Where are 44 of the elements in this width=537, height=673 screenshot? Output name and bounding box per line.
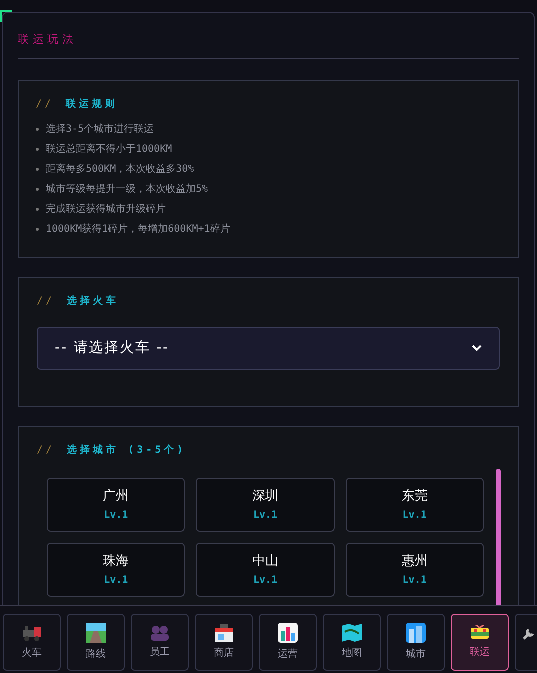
bullet-icon: [36, 228, 39, 231]
wrench-icon: [522, 627, 536, 641]
city-card[interactable]: 惠州 Lv.1: [346, 543, 484, 597]
rule-text: 距离每多500KM，本次收益多30%: [46, 162, 194, 177]
people-icon: [150, 625, 170, 641]
heading-prefix: //: [36, 98, 54, 112]
section-title: 选择城市 (3-5个): [67, 443, 186, 458]
bullet-icon: [36, 148, 39, 151]
bullet-icon: [36, 128, 39, 131]
nav-tab[interactable]: 联运: [451, 614, 509, 671]
city-card[interactable]: 中山 Lv.1: [196, 543, 335, 597]
rule-text: 1000KM获得1碎片，每增加600KM+1碎片: [46, 222, 230, 237]
panel-title: 联运玩法: [18, 33, 78, 46]
nav-tab[interactable]: 路线: [67, 614, 125, 671]
bullet-icon: [36, 168, 39, 171]
heading-prefix: //: [37, 444, 56, 458]
nav-tab[interactable]: 火车: [3, 614, 61, 671]
nav-tab[interactable]: 地图: [323, 614, 381, 671]
nav-tab[interactable]: 运营: [259, 614, 317, 671]
nav-tab[interactable]: 员工: [131, 614, 189, 671]
tram-icon: [470, 625, 490, 641]
chart-icon: [278, 623, 298, 643]
railway-icon: [86, 623, 106, 643]
city-card[interactable]: 东莞 Lv.1: [346, 478, 484, 532]
bullet-icon: [36, 188, 39, 191]
city-card[interactable]: 广州 Lv.1: [47, 478, 186, 532]
bullet-icon: [36, 208, 39, 211]
nav-tab[interactable]: 商店: [195, 614, 253, 671]
rule-text: 完成联运获得城市升级碎片: [46, 202, 166, 217]
map-icon: [342, 624, 362, 642]
city-card[interactable]: 珠海 Lv.1: [47, 543, 186, 597]
rule-text: 联运总距离不得小于1000KM: [46, 142, 172, 157]
chevron-down-icon: [472, 345, 482, 352]
train-select[interactable]: -- 请选择火车 --: [37, 327, 500, 370]
rule-text: 选择3-5个城市进行联运: [46, 122, 154, 137]
heading-prefix: //: [37, 295, 56, 309]
nav-tab[interactable]: 城市: [387, 614, 445, 671]
city-card[interactable]: 深圳 Lv.1: [196, 478, 335, 532]
rule-text: 城市等级每提升一级，本次收益加5%: [46, 182, 208, 197]
section-title: 联运规则: [66, 98, 118, 112]
city-icon: [406, 623, 426, 643]
train-icon: [22, 624, 42, 642]
shop-icon: [214, 624, 234, 642]
section-title: 选择火车: [67, 294, 120, 309]
